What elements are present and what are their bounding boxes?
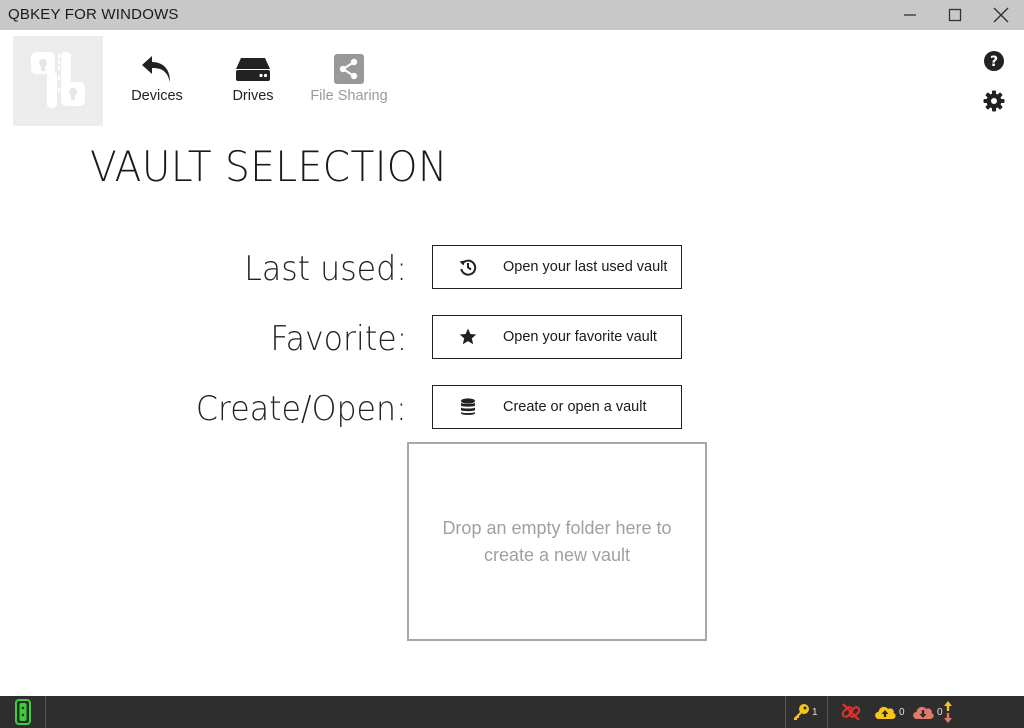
app-logo <box>13 36 103 126</box>
close-icon <box>993 7 1009 23</box>
close-button[interactable] <box>978 0 1024 30</box>
minimize-button[interactable] <box>887 0 933 30</box>
settings-button[interactable] <box>982 89 1006 113</box>
usb-key-icon <box>14 699 31 725</box>
drives-button[interactable]: Drives <box>213 52 293 112</box>
database-icon <box>461 398 475 415</box>
file-sharing-button[interactable]: File Sharing <box>303 52 395 112</box>
maximize-button[interactable] <box>932 0 978 30</box>
status-bar: 1 0 0 <box>0 696 1024 728</box>
title-bar: QBKEY FOR WINDOWS <box>0 0 1024 30</box>
upload-status[interactable]: 0 <box>873 696 905 728</box>
share-icon <box>334 54 364 84</box>
svg-text:?: ? <box>990 54 998 70</box>
minimize-icon <box>904 14 916 16</box>
open-last-used-vault-button[interactable]: Open your last used vault <box>432 245 682 289</box>
status-separator <box>785 696 786 728</box>
download-status[interactable]: 0 <box>911 696 943 728</box>
create-open-label: Create/Open: <box>196 389 407 429</box>
qbkey-logo-icon <box>31 52 85 108</box>
keys-status[interactable]: 1 <box>792 696 818 728</box>
star-icon <box>459 328 477 345</box>
sync-status[interactable] <box>942 696 954 728</box>
cloud-upload-icon <box>875 706 896 719</box>
history-icon <box>459 259 477 276</box>
drives-label: Drives <box>232 88 274 104</box>
devices-button[interactable]: Devices <box>117 52 197 112</box>
open-last-used-vault-label: Open your last used vault <box>503 259 668 275</box>
open-favorite-vault-button[interactable]: Open your favorite vault <box>432 315 682 359</box>
maximize-icon <box>948 8 962 22</box>
keys-count: 1 <box>812 706 818 718</box>
window-title: QBKEY FOR WINDOWS <box>8 6 179 23</box>
file-sharing-label: File Sharing <box>310 88 388 104</box>
create-or-open-vault-button[interactable]: Create or open a vault <box>432 385 682 429</box>
vault-drop-zone[interactable]: Drop an empty folder here to create a ne… <box>407 442 707 641</box>
gear-icon <box>983 90 1005 112</box>
question-circle-icon: ? <box>984 51 1004 71</box>
key-icon <box>794 704 809 720</box>
upload-count: 0 <box>899 706 905 718</box>
help-button[interactable]: ? <box>982 49 1006 73</box>
page-title: VAULT SELECTION <box>90 142 448 191</box>
open-favorite-vault-label: Open your favorite vault <box>503 329 657 345</box>
sync-arrows-icon <box>944 701 952 723</box>
device-status-button[interactable] <box>0 696 46 728</box>
broken-link-icon <box>841 703 861 721</box>
favorite-label: Favorite: <box>269 319 407 359</box>
create-or-open-vault-label: Create or open a vault <box>503 399 647 415</box>
devices-label: Devices <box>131 88 183 104</box>
drive-icon <box>236 58 270 81</box>
connection-status[interactable] <box>841 696 861 728</box>
last-used-label: Last used: <box>244 249 407 289</box>
undo-arrow-icon <box>142 56 170 82</box>
drop-zone-text: Drop an empty folder here to create a ne… <box>442 517 672 565</box>
cloud-download-icon <box>913 706 934 719</box>
status-separator <box>827 696 828 728</box>
